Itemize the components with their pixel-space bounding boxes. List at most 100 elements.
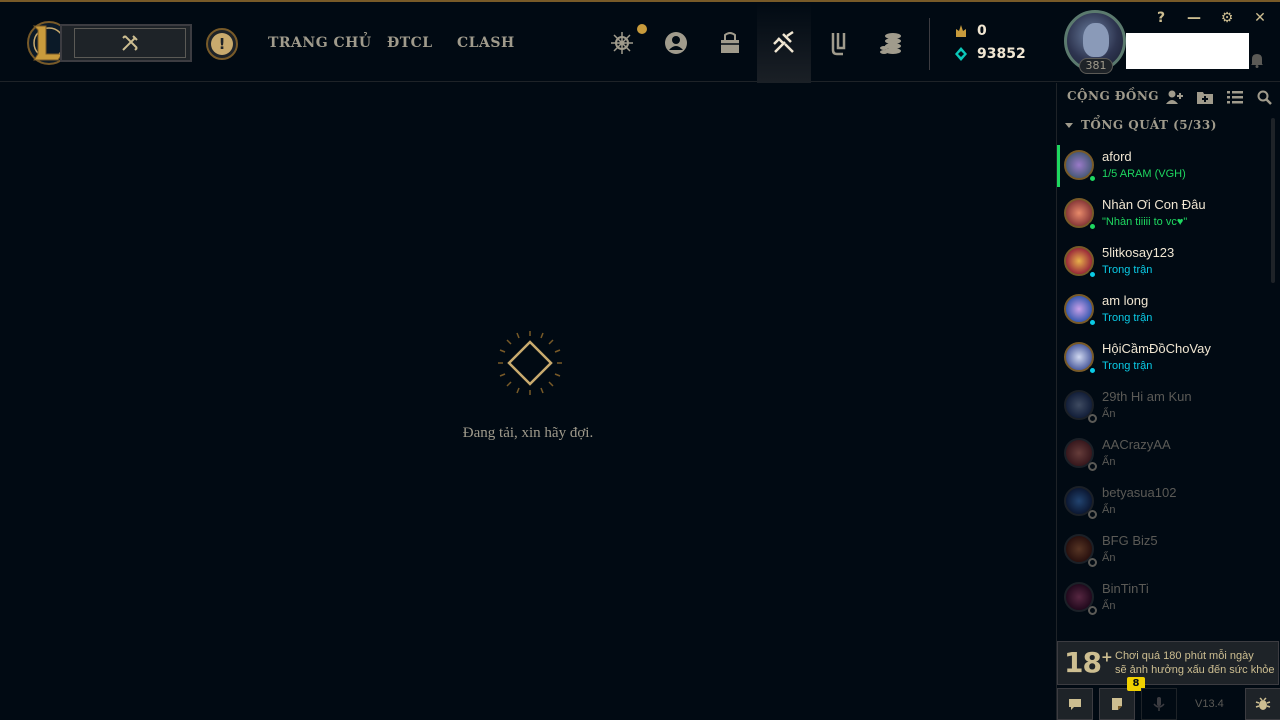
list-view-icon[interactable]: [1225, 88, 1245, 106]
collection-icon[interactable]: [713, 26, 747, 60]
blue-essence-icon: [955, 47, 967, 61]
client-version: V13.4: [1195, 698, 1224, 710]
play-button[interactable]: [60, 24, 192, 62]
friend-name: BinTinTi: [1102, 581, 1149, 596]
friend-list: aford 1/5 ARAM (VGH) Nhàn Ơi Con Đâu "Nh…: [1057, 143, 1273, 643]
ingame-status-dot: [1088, 318, 1097, 327]
offline-status-dot: [1088, 414, 1097, 423]
warning-line-1: Chơi quá 180 phút mỗi ngày: [1115, 650, 1254, 662]
summoner-name-redacted: [1126, 33, 1249, 69]
blue-essence-amount: 93852: [977, 46, 1026, 62]
social-header: CỘNG ĐỒNG: [1057, 83, 1280, 111]
crafting-icon[interactable]: [605, 26, 639, 60]
friend-status: Ẩn: [1102, 408, 1116, 420]
chat-bubble-icon: [1069, 699, 1081, 710]
friend-name: 29th Hi am Kun: [1102, 389, 1192, 404]
notes-icon: [1112, 698, 1122, 710]
offline-status-dot: [1088, 510, 1097, 519]
age-rating: 18+: [1064, 646, 1113, 679]
friend-item[interactable]: am long Trong trận: [1057, 287, 1273, 335]
blue-essence-balance[interactable]: 93852: [953, 46, 1026, 62]
friend-name: 5litkosay123: [1102, 245, 1175, 260]
search-icon[interactable]: [1255, 88, 1275, 106]
social-title: CỘNG ĐỒNG: [1067, 89, 1160, 103]
avatar-portrait: [1083, 23, 1109, 57]
friend-status: Trong trận: [1102, 360, 1153, 372]
friend-item[interactable]: AACrazyAA Ẩn: [1057, 431, 1273, 479]
bug-icon: [1255, 697, 1271, 710]
friend-name: betyasua102: [1102, 485, 1177, 500]
collapse-caret-icon: [1065, 122, 1073, 128]
friend-item[interactable]: HộiCầmĐồChoVay Trong trận: [1057, 335, 1273, 383]
main-content: Đang tải, xin hãy đợi.: [0, 83, 1056, 720]
microphone-icon: [1153, 697, 1165, 711]
nav-link-tft[interactable]: ĐTCL: [387, 35, 433, 51]
friend-group-title: TỔNG QUÁT (5/33): [1081, 118, 1217, 132]
social-bottom-bar: 8 V13.4: [1057, 677, 1280, 720]
loading-message: Đang tải, xin hãy đợi.: [462, 425, 594, 441]
friend-status: Ẩn: [1102, 504, 1116, 516]
age-plus: +: [1100, 649, 1113, 666]
friend-item[interactable]: betyasua102 Ẩn: [1057, 479, 1273, 527]
add-folder-icon[interactable]: [1195, 88, 1215, 106]
friend-status: Ẩn: [1102, 552, 1116, 564]
friend-status: "Nhàn tiiiii to vc♥": [1102, 216, 1188, 228]
offline-status-dot: [1088, 606, 1097, 615]
age-number: 18: [1064, 646, 1102, 679]
add-friend-icon[interactable]: [1165, 88, 1185, 106]
chat-button[interactable]: [1057, 688, 1093, 720]
selection-indicator: [1057, 145, 1060, 187]
friend-item[interactable]: BFG Biz5 Ẩn: [1057, 527, 1273, 575]
nav-divider: [929, 18, 930, 70]
friend-item[interactable]: 29th Hi am Kun Ẩn: [1057, 383, 1273, 431]
rp-amount: 0: [977, 23, 987, 39]
friend-name: HộiCầmĐồChoVay: [1102, 341, 1211, 356]
help-button[interactable]: ?: [1150, 8, 1172, 28]
friend-group-header[interactable]: TỔNG QUÁT (5/33): [1065, 118, 1217, 132]
notes-button[interactable]: [1099, 688, 1135, 720]
nav-link-clash[interactable]: CLASH: [457, 35, 515, 51]
bug-report-button[interactable]: [1245, 688, 1280, 720]
play-button-inner: [74, 28, 186, 58]
bell-icon[interactable]: [1250, 52, 1264, 68]
profile-icon[interactable]: [659, 26, 693, 60]
voice-button[interactable]: [1141, 688, 1177, 720]
friend-status: 1/5 ARAM (VGH): [1102, 168, 1186, 180]
age-warning-banner: 18+ Chơi quá 180 phút mỗi ngày sẽ ảnh hư…: [1057, 641, 1279, 685]
store-icon[interactable]: [875, 26, 909, 60]
rp-balance[interactable]: 0: [953, 23, 987, 39]
loot-icon[interactable]: [767, 26, 801, 60]
friend-name: am long: [1102, 293, 1149, 308]
friend-name: BFG Biz5: [1102, 533, 1158, 548]
friend-status: Ẩn: [1102, 600, 1116, 612]
loading-spinner-icon: [498, 331, 562, 395]
friend-name: AACrazyAA: [1102, 437, 1171, 452]
missions-icon[interactable]: [821, 26, 855, 60]
notification-dot: [637, 24, 647, 34]
friend-name: Nhàn Ơi Con Đâu: [1102, 197, 1206, 212]
friend-status: Trong trận: [1102, 312, 1153, 324]
minimize-button[interactable]: —: [1183, 8, 1205, 28]
summoner-level: 381: [1079, 58, 1113, 74]
ingame-status-dot: [1088, 270, 1097, 279]
offline-status-dot: [1088, 462, 1097, 471]
online-status-dot: [1088, 174, 1097, 183]
friend-item[interactable]: 5litkosay123 Trong trận: [1057, 239, 1273, 287]
top-navigation-bar: ! TRANG CHỦ ĐTCL CLASH 0 93852 381 ? — ⚙: [0, 0, 1280, 84]
nav-link-home[interactable]: TRANG CHỦ: [268, 35, 372, 51]
settings-button[interactable]: ⚙: [1216, 8, 1238, 28]
crossed-swords-icon: [122, 35, 138, 51]
social-panel: CỘNG ĐỒNG TỔNG QUÁT (5/33) aford 1/5 ARA…: [1056, 83, 1280, 720]
friend-item[interactable]: BinTinTi Ẩn: [1057, 575, 1273, 623]
friend-item[interactable]: aford 1/5 ARAM (VGH): [1057, 143, 1273, 191]
riot-points-icon: [956, 25, 966, 37]
friend-status: Ẩn: [1102, 456, 1116, 468]
close-button[interactable]: ✕: [1249, 8, 1271, 28]
warning-line-2: sẽ ảnh hưởng xấu đến sức khỏe: [1115, 664, 1275, 676]
friend-name: aford: [1102, 149, 1132, 164]
ingame-status-dot: [1088, 366, 1097, 375]
friend-item[interactable]: Nhàn Ơi Con Đâu "Nhàn tiiiii to vc♥": [1057, 191, 1273, 239]
alert-button[interactable]: !: [206, 28, 238, 60]
online-status-dot: [1088, 222, 1097, 231]
exclamation-icon: !: [211, 33, 233, 55]
